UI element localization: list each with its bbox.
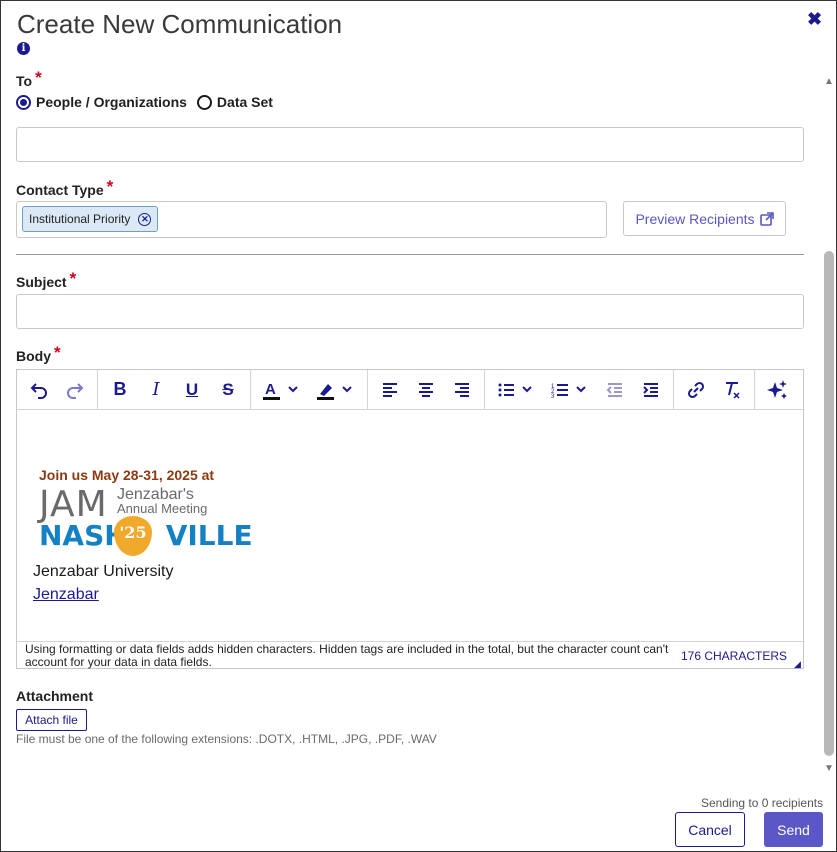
contact-type-label: Contact Type * xyxy=(16,177,114,200)
required-marker: * xyxy=(69,269,77,288)
close-icon[interactable]: ✖ xyxy=(807,9,822,30)
redo-icon[interactable] xyxy=(57,375,93,405)
rich-text-editor: B I U S A 1 2 3 Join us May 28-31, 2025 … xyxy=(16,369,804,669)
dialog: Create New Communication i ✖ To * People … xyxy=(0,0,837,852)
recipient-type-radios: People / Organizations Data Set xyxy=(16,94,273,110)
editor-toolbar: B I U S A 1 2 3 xyxy=(17,369,803,410)
radio-label-people[interactable]: People / Organizations xyxy=(36,94,187,110)
align-right-icon[interactable] xyxy=(444,375,480,405)
underline-icon[interactable]: U xyxy=(174,375,210,405)
banner-ville: VILLE xyxy=(165,519,253,552)
dialog-title: Create New Communication xyxy=(17,9,343,39)
required-marker: * xyxy=(106,177,114,196)
subject-label-text: Subject xyxy=(16,274,67,290)
font-color-icon[interactable]: A xyxy=(255,375,309,405)
scrollbar[interactable]: ▲ ▼ xyxy=(823,76,835,776)
to-label-text: To xyxy=(16,73,33,89)
to-input[interactable] xyxy=(16,127,804,162)
section-divider xyxy=(16,254,804,255)
clear-format-icon[interactable] xyxy=(714,375,750,405)
editor-content[interactable]: Join us May 28-31, 2025 at JAM Jenzabar'… xyxy=(17,411,803,641)
contact-type-chip: Institutional Priority ✕ xyxy=(22,206,159,232)
radio-people-organizations[interactable] xyxy=(16,94,31,110)
bold-icon[interactable]: B xyxy=(102,375,138,405)
sending-count: Sending to 0 recipients xyxy=(701,796,824,810)
outdent-icon[interactable] xyxy=(597,375,633,405)
highlight-icon[interactable] xyxy=(309,375,363,405)
counter-note: Using formatting or data fields adds hid… xyxy=(25,642,669,669)
attachment-label: Attachment xyxy=(16,688,94,704)
toolbar-group-insert xyxy=(674,369,755,410)
body-label-text: Body xyxy=(16,348,51,364)
attachment-hint: File must be one of the following extens… xyxy=(16,732,437,746)
toolbar-group-align xyxy=(368,369,485,410)
attach-file-button[interactable]: Attach file xyxy=(16,709,87,731)
to-label: To * xyxy=(16,68,42,91)
scroll-down-icon[interactable]: ▼ xyxy=(823,763,835,775)
required-marker: * xyxy=(35,68,42,87)
remove-chip-icon[interactable]: ✕ xyxy=(138,212,152,226)
banner-subtitle: Jenzabar's Annual Meeting xyxy=(117,487,208,516)
toolbar-group-ai xyxy=(755,370,799,410)
radio-data-set[interactable] xyxy=(196,94,212,110)
link-icon[interactable] xyxy=(678,375,714,405)
subject-label: Subject * xyxy=(16,269,77,292)
indent-icon[interactable] xyxy=(633,375,669,405)
character-counter: Using formatting or data fields adds hid… xyxy=(17,641,803,669)
toolbar-group-format: B I U S xyxy=(98,369,251,410)
university-name: Jenzabar University xyxy=(33,563,174,580)
italic-icon[interactable]: I xyxy=(138,375,174,405)
body-label: Body * xyxy=(16,343,61,366)
cancel-button[interactable]: Cancel xyxy=(675,812,745,847)
scrollbar-thumb[interactable] xyxy=(824,251,834,756)
info-icon[interactable]: i xyxy=(17,42,30,55)
align-left-icon[interactable] xyxy=(372,375,408,405)
preview-recipients-label: Preview Recipients xyxy=(635,210,755,227)
toolbar-group-lists: 123 xyxy=(485,369,674,410)
send-button[interactable]: Send xyxy=(764,812,823,847)
strikethrough-icon[interactable]: S xyxy=(210,375,246,405)
resize-handle-icon[interactable]: ◢ xyxy=(794,660,802,669)
undo-icon[interactable] xyxy=(21,375,57,405)
align-center-icon[interactable] xyxy=(408,375,444,405)
radio-label-data-set[interactable]: Data Set xyxy=(217,94,273,110)
character-count: 176 CHARACTERS xyxy=(680,649,787,663)
banner-join-text: Join us May 28-31, 2025 at xyxy=(39,467,215,483)
banner-annual: Annual Meeting xyxy=(117,501,208,516)
chip-label: Institutional Priority xyxy=(29,212,131,226)
svg-text:3: 3 xyxy=(551,394,555,400)
jenzabar-link[interactable]: Jenzabar xyxy=(33,586,99,604)
toolbar-group-history xyxy=(17,369,98,410)
ai-sparkle-icon[interactable] xyxy=(759,375,795,405)
contact-type-input[interactable]: Institutional Priority ✕ xyxy=(16,201,607,238)
scroll-up-icon[interactable]: ▲ xyxy=(823,76,835,88)
numbered-list-icon[interactable]: 123 xyxy=(543,375,597,405)
preview-recipients-button[interactable]: Preview Recipients xyxy=(623,201,786,236)
bullet-list-icon[interactable] xyxy=(489,375,543,405)
contact-type-label-text: Contact Type xyxy=(16,182,104,198)
external-link-icon xyxy=(759,211,774,226)
required-marker: * xyxy=(54,343,61,362)
subject-input[interactable] xyxy=(16,294,804,329)
toolbar-group-colors: A xyxy=(251,369,368,410)
svg-text:A: A xyxy=(265,381,276,398)
